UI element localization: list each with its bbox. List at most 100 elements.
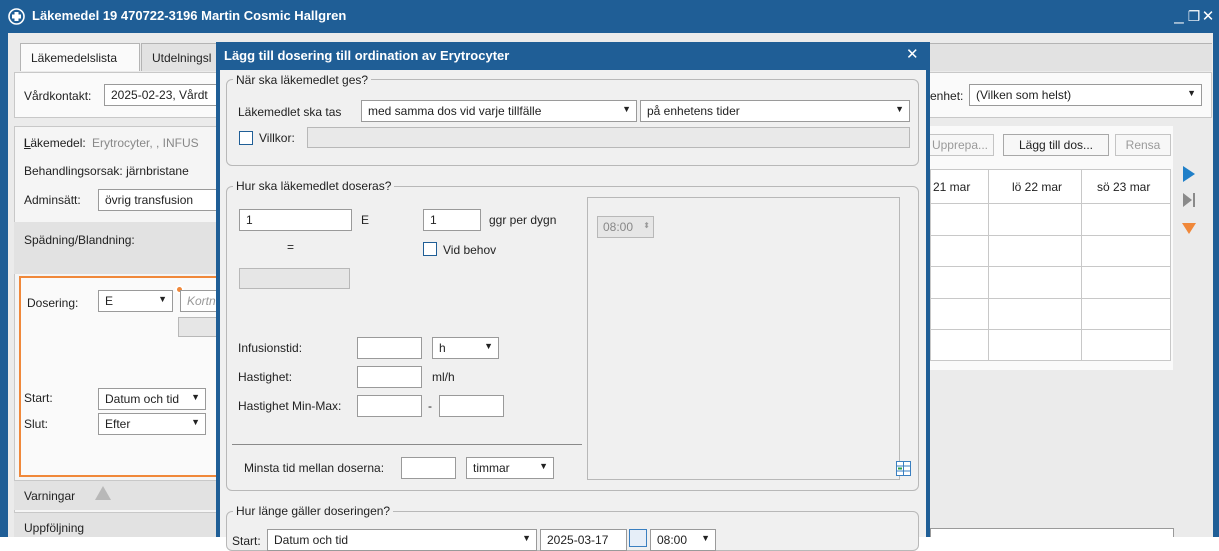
chevron-down-icon: ▼ xyxy=(895,104,904,114)
spadning-label: Spädning/Blandning: xyxy=(24,233,135,247)
grid-cell[interactable] xyxy=(931,236,989,267)
dose-field[interactable]: 1 xyxy=(239,209,352,231)
window-title: Läkemedel 19 470722-3196 Martin Cosmic H… xyxy=(32,8,347,23)
grid-cell[interactable] xyxy=(989,267,1082,299)
app-logo-icon xyxy=(8,8,25,25)
tab-strip-remainder xyxy=(930,43,1212,71)
start-label: Start: xyxy=(24,391,53,405)
minimize-button[interactable]: _ xyxy=(1171,5,1187,25)
time-list-panel xyxy=(587,197,900,480)
grid-cell[interactable] xyxy=(1082,267,1171,299)
dosing-times-select[interactable]: på enhetens tider ▼ xyxy=(640,100,910,122)
hastighet-field[interactable] xyxy=(357,366,422,388)
chevron-down-icon: ▼ xyxy=(191,417,200,427)
grid-cell[interactable] xyxy=(1082,330,1171,361)
minsta-tid-field[interactable] xyxy=(401,457,456,479)
behandlingsorsak-text: Behandlingsorsak: järnbristane xyxy=(24,164,189,178)
start-value: Datum och tid xyxy=(105,392,180,406)
dosering-unit-value: E xyxy=(105,294,114,308)
minsta-tid-label: Minsta tid mellan doserna: xyxy=(244,461,385,475)
schedule-grid: 21 mar lö 22 mar sö 23 mar xyxy=(930,169,1171,361)
grid-cell[interactable] xyxy=(931,299,989,330)
villkor-label: Villkor: xyxy=(259,131,295,145)
grid-cell[interactable] xyxy=(931,267,989,299)
grid-cell[interactable] xyxy=(989,236,1082,267)
duration-start-value: Datum och tid xyxy=(274,533,349,547)
how-group-title: Hur ska läkemedlet doseras? xyxy=(233,179,395,193)
start-select[interactable]: Datum och tid ▼ xyxy=(98,388,206,410)
play-icon[interactable] xyxy=(1183,166,1195,182)
skip-to-end-bar xyxy=(1193,193,1195,207)
time-spinner[interactable]: 08:00 ⬍ xyxy=(597,216,654,238)
infusionstid-field[interactable] xyxy=(357,337,422,359)
upprepa-button[interactable]: Upprepa... xyxy=(926,134,994,156)
spadning-section xyxy=(14,222,219,274)
chevron-down-icon: ▼ xyxy=(522,533,531,543)
grid-cell[interactable] xyxy=(1082,299,1171,330)
dosering-kortnamn-field[interactable]: Kortn xyxy=(180,290,219,312)
rensa-button[interactable]: Rensa xyxy=(1115,134,1171,156)
grid-cell[interactable] xyxy=(989,299,1082,330)
arrow-down-icon[interactable] xyxy=(1182,223,1196,234)
vid-behov-checkbox[interactable] xyxy=(423,242,437,256)
tab-lakemedelslista[interactable]: Läkemedelslista xyxy=(20,43,140,71)
grid-cell[interactable] xyxy=(989,330,1082,361)
villkor-checkbox[interactable] xyxy=(239,131,253,145)
grid-cell[interactable] xyxy=(1082,236,1171,267)
dosering-extra-field[interactable] xyxy=(178,317,219,337)
grid-cell[interactable] xyxy=(989,204,1082,236)
skip-to-end-icon[interactable] xyxy=(1183,193,1192,207)
dosering-unit-select[interactable]: E ▼ xyxy=(98,290,173,312)
warning-icon xyxy=(95,486,111,500)
hastighet-max-field[interactable] xyxy=(439,395,504,417)
dialog-close-button[interactable]: ✕ xyxy=(906,45,919,63)
frequency-field[interactable]: 1 xyxy=(423,209,481,231)
duration-time-select[interactable]: 08:00 ▼ xyxy=(650,529,716,551)
duration-start-select[interactable]: Datum och tid ▼ xyxy=(267,529,537,551)
lagg-till-dos-button[interactable]: Lägg till dos... xyxy=(1003,134,1109,156)
spinner-arrows-icon: ⬍ xyxy=(643,221,650,230)
dosing-mode-value: med samma dos vid varje tillfälle xyxy=(368,104,542,118)
separator-line xyxy=(232,444,582,445)
slut-label: Slut: xyxy=(24,417,49,431)
dosering-label: Dosering: xyxy=(27,296,79,310)
when-group xyxy=(226,79,919,166)
grid-cell[interactable] xyxy=(931,330,989,361)
close-window-button[interactable]: ✕ xyxy=(1200,7,1216,25)
calendar-icon[interactable] xyxy=(629,529,647,547)
frequency-label: ggr per dygn xyxy=(489,213,557,227)
enhet-value: (Vilken som helst) xyxy=(976,88,1072,102)
calculator-icon[interactable] xyxy=(896,461,911,476)
villkor-field[interactable] xyxy=(307,127,910,148)
lakemedel-label-text: Läkemedel: xyxy=(23,136,86,150)
tab-utdelningslista[interactable]: Utdelningsl xyxy=(141,43,219,71)
dialog-title: Lägg till dosering till ordination av Er… xyxy=(224,48,510,63)
duration-group-title: Hur länge gäller doseringen? xyxy=(233,504,394,518)
infusionstid-unit-value: h xyxy=(439,341,446,355)
dose-unit-label: E xyxy=(361,213,370,227)
grid-cell[interactable] xyxy=(931,204,989,236)
chevron-down-icon: ▼ xyxy=(539,461,548,471)
slut-select[interactable]: Efter ▼ xyxy=(98,413,206,435)
duration-start-label: Start: xyxy=(232,534,261,548)
dialog-body: När ska läkemedlet ges? Läkemedlet ska t… xyxy=(220,70,926,551)
minmax-separator: - xyxy=(428,399,432,413)
hastighet-min-field[interactable] xyxy=(357,395,422,417)
infusionstid-unit-select[interactable]: h ▼ xyxy=(432,337,499,359)
when-group-title: När ska läkemedlet ges? xyxy=(233,73,372,87)
vid-behov-label: Vid behov xyxy=(443,243,497,257)
hastighet-minmax-label: Hastighet Min-Max: xyxy=(238,399,342,413)
minsta-tid-unit-select[interactable]: timmar ▼ xyxy=(466,457,554,479)
duration-time-value: 08:00 xyxy=(657,533,688,547)
infusionstid-label: Infusionstid: xyxy=(238,341,303,355)
bottom-right-field[interactable] xyxy=(930,528,1174,537)
converted-dose-field xyxy=(239,268,350,289)
equals-sign: = xyxy=(287,240,295,254)
duration-date-field[interactable]: 2025-03-17 xyxy=(540,529,627,551)
dosing-mode-select[interactable]: med samma dos vid varje tillfälle ▼ xyxy=(361,100,637,122)
enhet-select[interactable]: (Vilken som helst) ▼ xyxy=(969,84,1202,106)
grid-cell[interactable] xyxy=(1082,204,1171,236)
adminsatt-field[interactable]: övrig transfusion xyxy=(98,189,219,211)
hastighet-label: Hastighet: xyxy=(238,370,293,384)
vardkontakt-field[interactable]: 2025-02-23, Vårdt xyxy=(104,84,222,106)
